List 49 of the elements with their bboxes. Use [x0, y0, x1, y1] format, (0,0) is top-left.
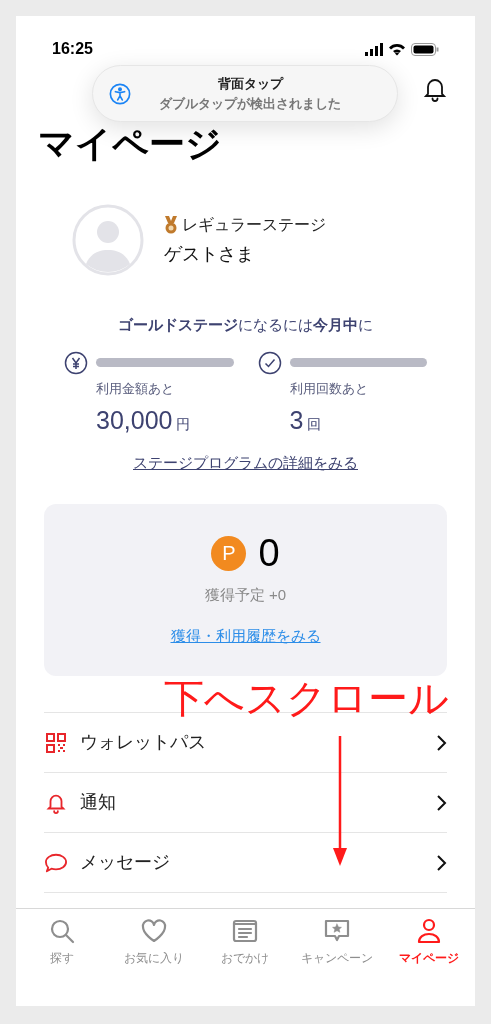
- tab-bar-item[interactable]: マイページ: [383, 917, 475, 967]
- medal-icon: [164, 215, 178, 234]
- stage-goal-text: ゴールドステージになるには今月中に: [118, 315, 373, 335]
- bell-icon[interactable]: [423, 76, 447, 102]
- metric-unit: 円: [176, 415, 191, 434]
- toast-message: ダブルタップが検出されました: [159, 94, 341, 113]
- speech-bubble-icon: [44, 851, 68, 874]
- points-badge: P: [211, 535, 247, 571]
- tab-label: キャンペーン: [301, 950, 374, 967]
- menu-item[interactable]: 通知: [44, 772, 447, 832]
- tab-label: おでかけ: [221, 950, 270, 967]
- qr-code-icon: [46, 732, 66, 753]
- metric-label: 利用回数あと: [288, 379, 369, 398]
- tab-bar-item[interactable]: お気に入り: [107, 917, 200, 967]
- avatar-placeholder: [72, 204, 144, 276]
- calendar-icon: [231, 917, 260, 945]
- stage-label: レギュラーステージ: [182, 214, 326, 235]
- toast-title: 背面タップ: [217, 75, 283, 93]
- tab-bar-item[interactable]: おでかけ: [199, 917, 292, 967]
- metric-label: 利用金額あと: [95, 379, 175, 398]
- chevron-right-icon: [437, 734, 447, 751]
- chevron-right-icon: [437, 794, 447, 811]
- wifi-icon: [389, 42, 405, 56]
- signal-icon: [365, 42, 383, 56]
- menu-item-label: メッセージ: [80, 851, 171, 874]
- tab-bar-item[interactable]: 探す: [16, 917, 108, 967]
- stage-program-link[interactable]: ステージプログラムの詳細をみる: [133, 451, 358, 474]
- metric-value: 30,000: [96, 405, 173, 436]
- points-history-link[interactable]: 獲得・利用履歴をみる: [170, 624, 321, 647]
- user-name: ゲストさま: [164, 242, 255, 266]
- tab-label: お気に入り: [123, 950, 184, 967]
- metric-unit: 回: [307, 415, 322, 434]
- tab-label: 探す: [49, 950, 74, 967]
- heart-icon: [139, 917, 168, 945]
- status-time: 16:25: [52, 39, 93, 59]
- pending-points: 獲得予定 +0: [204, 585, 287, 605]
- yen-icon: [64, 350, 88, 375]
- menu-item[interactable]: メッセージ: [44, 832, 447, 892]
- check-circle-icon: [257, 350, 282, 375]
- tab-label: マイページ: [399, 950, 460, 967]
- battery-icon: [411, 42, 439, 56]
- points-balance: 0: [258, 534, 280, 572]
- menu-item-label: 通知: [80, 791, 117, 814]
- page-title: マイページ: [37, 126, 223, 162]
- chevron-right-icon: [437, 854, 447, 871]
- tab-bar-item[interactable]: キャンペーン: [291, 917, 384, 967]
- metric-value: 3: [289, 405, 304, 436]
- menu-item-label: ウォレットパス: [80, 731, 207, 754]
- accessibility-icon: [109, 82, 131, 105]
